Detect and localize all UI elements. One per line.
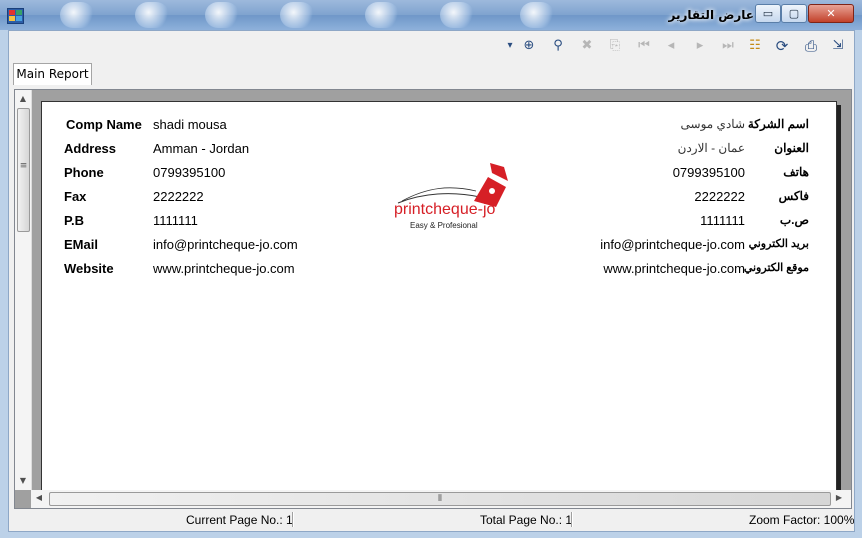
minimize-button[interactable]: ▭	[755, 4, 781, 23]
scroll-right-icon[interactable]: ▶	[831, 493, 847, 502]
value-phone: 0799395100	[153, 165, 226, 180]
label-website-ar: موقع الكتروني	[743, 262, 809, 274]
taskbar-bg-icon	[280, 2, 314, 28]
status-divider	[292, 512, 294, 527]
refresh-icon[interactable]: ⟳	[773, 38, 791, 54]
dropdown-icon[interactable]: ▾	[505, 38, 515, 54]
close-button[interactable]: ✕	[808, 4, 854, 23]
app-icon[interactable]	[7, 8, 24, 24]
label-fax: Fax	[64, 189, 87, 204]
group-tree-icon[interactable]: ☷	[746, 38, 764, 54]
taskbar-bg-icon	[520, 2, 554, 28]
label-fax-ar: فاكس	[778, 189, 809, 203]
tab-main-report[interactable]: Main Report	[13, 63, 92, 85]
vertical-scroll-thumb[interactable]: ≡	[17, 108, 30, 232]
taskbar-bg-icon	[205, 2, 239, 28]
label-address: Address	[64, 141, 117, 156]
current-page-status: Current Page No.: 1	[186, 513, 293, 527]
total-page-status: Total Page No.: 1	[480, 513, 573, 527]
logo-tagline: Easy & Profesional	[410, 221, 478, 230]
label-pb-ar: ص.ب	[779, 213, 809, 227]
label-comp-name-ar: اسم الشركة	[747, 117, 809, 131]
logo-text: printcheque-jo	[394, 201, 496, 218]
value-pb-ar: 1111111	[700, 213, 745, 228]
report-page: Comp Name shadi mousa Address Amman - Jo…	[41, 101, 837, 493]
value-phone-ar: 0799395100	[672, 165, 745, 180]
label-address-ar: العنوان	[774, 141, 809, 155]
last-page-icon[interactable]: ⏭	[719, 38, 737, 54]
value-address-ar: عمان - الاردن	[677, 141, 745, 155]
vertical-scrollbar[interactable]: ▲ ≡ ▼	[15, 90, 32, 490]
report-toolbar: ▾ ⊕ ⚲ ✖ ⎘ ⏮ ◂ ▸ ⏭ ☷ ⟳ ⎙ ⇲	[9, 31, 854, 59]
value-comp-name-ar: شادي موسى	[680, 117, 745, 131]
taskbar-bg-icon	[365, 2, 399, 28]
stop-icon[interactable]: ✖	[578, 38, 596, 54]
report-viewport: ▲ ≡ ▼ Comp Name shadi mousa Address Amma…	[14, 89, 852, 509]
scroll-up-icon[interactable]: ▲	[15, 94, 31, 103]
horizontal-scrollbar[interactable]: ◀ ⦀ ▶	[31, 490, 851, 508]
label-comp-name: Comp Name	[66, 117, 142, 132]
export-icon[interactable]: ⇲	[829, 38, 847, 54]
label-phone-ar: هاتف	[783, 165, 809, 179]
export-page-icon[interactable]: ⎘	[606, 38, 624, 54]
binoculars-icon[interactable]: ⚲	[549, 38, 567, 54]
maximize-button[interactable]: ▢	[781, 4, 807, 23]
company-logo: printcheque-jo Easy & Profesional	[392, 157, 520, 241]
label-email: EMail	[64, 237, 98, 252]
value-address: Amman - Jordan	[153, 141, 250, 156]
title-bar: عارض التقارير ▭ ▢ ✕	[0, 0, 862, 30]
find-next-icon[interactable]: ⊕	[520, 38, 538, 54]
label-phone: Phone	[64, 165, 104, 180]
grip-icon: ⦀	[438, 494, 442, 504]
value-email: info@printcheque-jo.com	[153, 237, 298, 252]
window-title: عارض التقارير	[668, 8, 754, 22]
print-icon[interactable]: ⎙	[802, 38, 820, 54]
value-fax: 2222222	[153, 189, 204, 204]
zoom-factor-status: Zoom Factor: 100%	[749, 513, 855, 527]
value-comp-name: shadi mousa	[153, 117, 227, 132]
value-website: www.printcheque-jo.com	[153, 261, 295, 276]
previous-page-icon[interactable]: ◂	[662, 38, 680, 54]
label-website: Website	[64, 261, 114, 276]
value-fax-ar: 2222222	[694, 189, 745, 204]
taskbar-bg-icon	[60, 2, 94, 28]
taskbar-bg-icon	[135, 2, 169, 28]
scroll-left-icon[interactable]: ◀	[31, 493, 47, 502]
value-email-ar: info@printcheque-jo.com	[600, 237, 745, 252]
value-website-ar: www.printcheque-jo.com	[603, 261, 745, 276]
scroll-down-icon[interactable]: ▼	[15, 476, 31, 485]
horizontal-scroll-thumb[interactable]: ⦀	[49, 492, 831, 506]
next-page-icon[interactable]: ▸	[691, 38, 709, 54]
status-divider	[571, 512, 573, 527]
status-bar: Current Page No.: 1 Total Page No.: 1 Zo…	[9, 509, 854, 531]
taskbar-bg-icon	[440, 2, 474, 28]
label-pb: P.B	[64, 213, 84, 228]
report-viewer-window: ▾ ⊕ ⚲ ✖ ⎘ ⏮ ◂ ▸ ⏭ ☷ ⟳ ⎙ ⇲ Main Report ▲ …	[8, 30, 855, 532]
value-pb: 1111111	[153, 213, 198, 228]
first-page-icon[interactable]: ⏮	[635, 38, 653, 54]
label-email-ar: بريد الكتروني	[748, 238, 809, 250]
grip-icon: ≡	[19, 161, 28, 171]
